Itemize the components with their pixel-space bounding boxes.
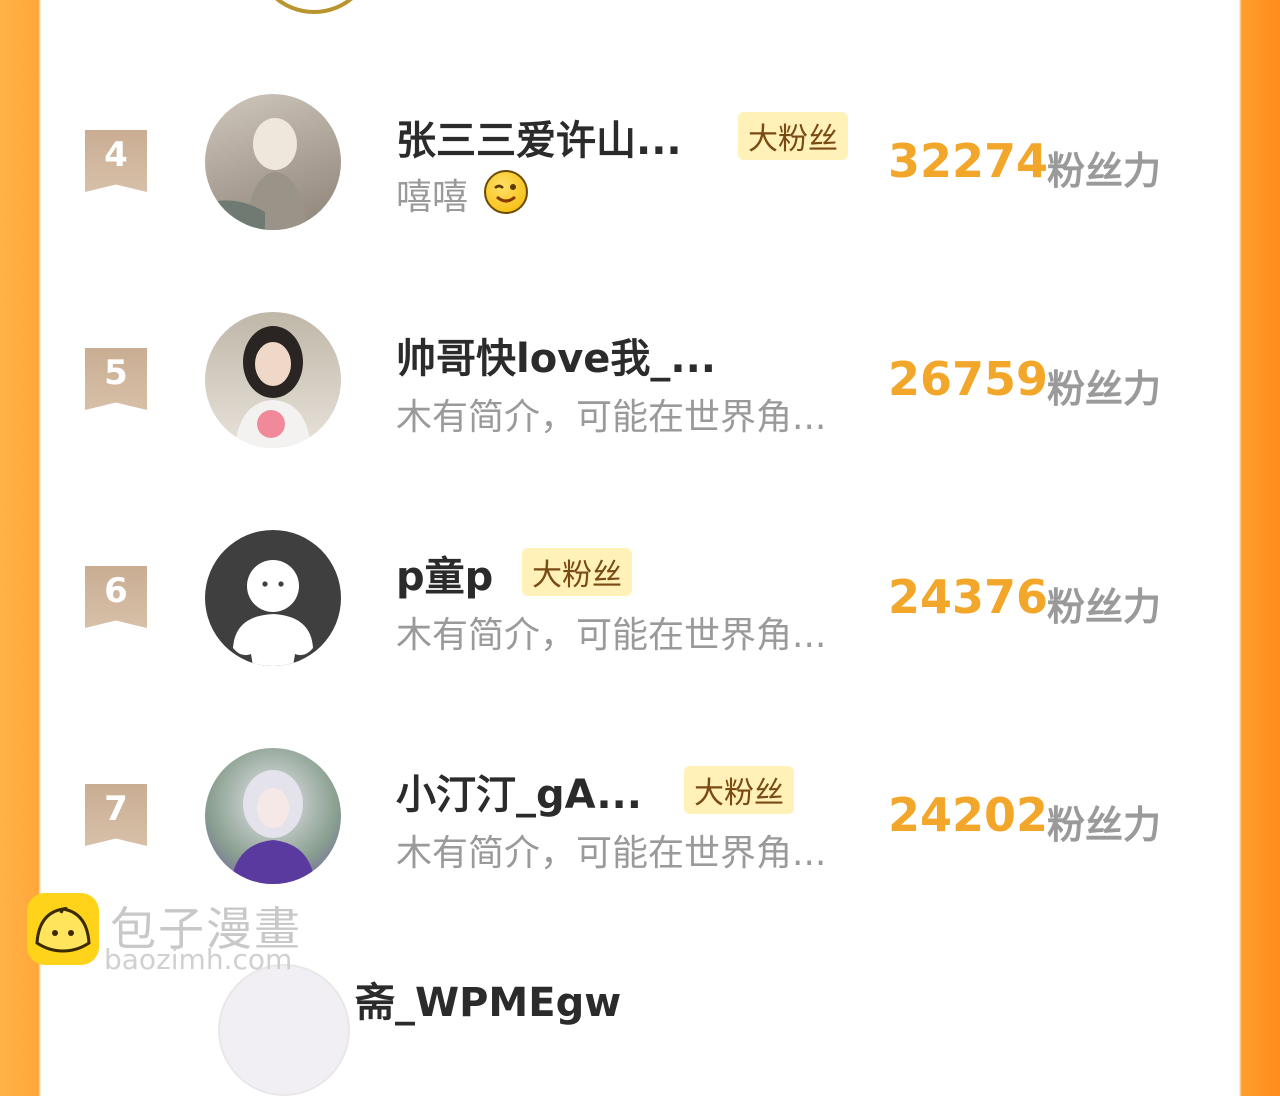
user-bio: 木有简介，可能在世界角...	[396, 397, 827, 438]
fan-level-badge: 大粉丝	[684, 766, 794, 814]
user-name[interactable]: 张三三爱许山...	[396, 108, 682, 166]
default-user-icon	[233, 560, 313, 666]
fan-power-unit: 粉丝力	[1047, 149, 1162, 193]
fan-power-unit: 粉丝力	[1047, 803, 1162, 847]
partial-avatar-top	[253, 0, 375, 14]
fan-power-score: 24202	[888, 788, 1049, 842]
wink-emoji-icon	[484, 170, 528, 214]
partial-user-name[interactable]: 斋_WPMEgw	[355, 970, 621, 1028]
rank-badge: 6	[85, 566, 147, 628]
avatar[interactable]	[205, 94, 341, 230]
watermark: 包子漫畫 baozimh.com	[24, 891, 324, 981]
fan-power-unit: 粉丝力	[1047, 585, 1162, 629]
ranking-panel: 4 张三三爱许山... 大粉丝 嘻嘻 32274 粉丝力 5 帅哥快love我_…	[41, 0, 1239, 999]
default-avatar[interactable]	[205, 530, 341, 666]
fan-power-score: 24376	[888, 570, 1049, 624]
ranking-row[interactable]: 7 小汀汀_gA... 大粉丝 木有简介，可能在世界角... 24202 粉丝力	[41, 746, 1239, 886]
partial-avatar[interactable]	[218, 964, 350, 1096]
ranking-row[interactable]: 6 p童p 大粉丝 木有简介，可能在世界角... 24376 粉丝力	[41, 528, 1239, 668]
user-name[interactable]: p童p	[396, 544, 493, 602]
bun-logo-icon	[27, 893, 99, 965]
ranking-row[interactable]: 5 帅哥快love我_... 木有简介，可能在世界角... 26759 粉丝力	[41, 310, 1239, 450]
user-bio: 木有简介，可能在世界角...	[396, 615, 827, 656]
avatar-illustration	[205, 118, 307, 230]
fan-level-badge: 大粉丝	[522, 548, 632, 596]
user-bio: 嘻嘻	[396, 177, 469, 218]
fan-level-badge: 大粉丝	[738, 112, 848, 160]
avatar-photo	[235, 326, 311, 448]
avatar-illustration	[231, 770, 315, 884]
watermark-url: baozimh.com	[104, 943, 293, 976]
avatar[interactable]	[205, 312, 341, 448]
fan-power-score: 32274	[888, 134, 1049, 188]
avatar[interactable]	[205, 748, 341, 884]
user-bio: 木有简介，可能在世界角...	[396, 833, 827, 874]
fan-power-unit: 粉丝力	[1047, 367, 1162, 411]
rank-badge: 5	[85, 348, 147, 410]
user-name[interactable]: 小汀汀_gA...	[396, 762, 642, 820]
ranking-row[interactable]: 4 张三三爱许山... 大粉丝 嘻嘻 32274 粉丝力	[41, 92, 1239, 232]
rank-badge: 7	[85, 784, 147, 846]
fan-power-score: 26759	[888, 352, 1049, 406]
rank-badge: 4	[85, 130, 147, 192]
user-name[interactable]: 帅哥快love我_...	[396, 326, 716, 384]
